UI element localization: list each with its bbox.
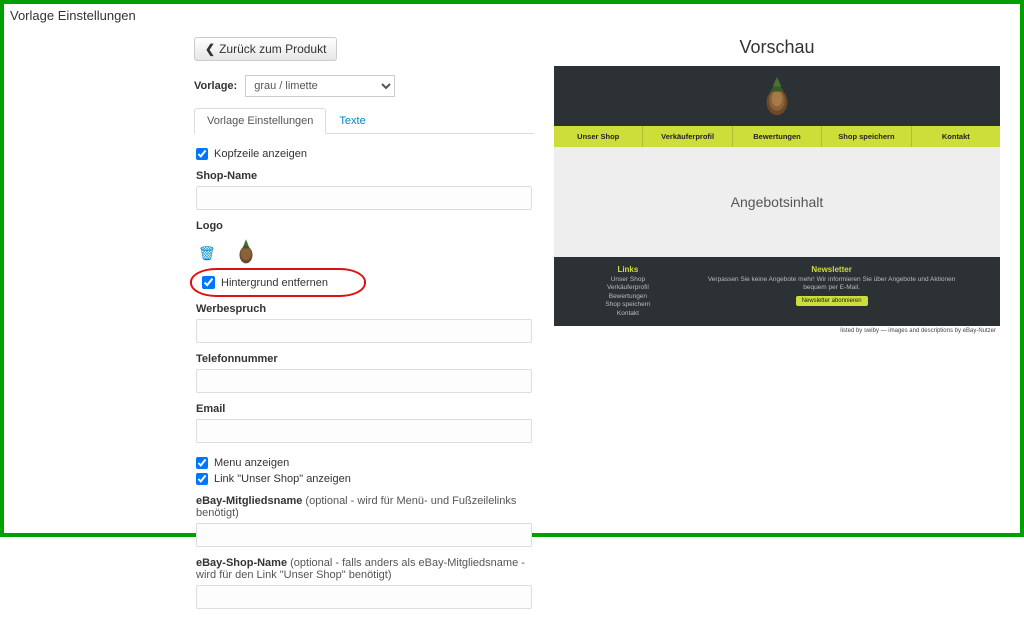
kopfzeile-checkbox[interactable]: [196, 148, 208, 160]
ebay-shop-label: eBay-Shop-Name (optional - falls anders …: [196, 557, 532, 581]
preview-nav-verkaufer: Verkäuferprofil: [643, 126, 732, 147]
tabs: Vorlage Einstellungen Texte: [194, 107, 534, 134]
telefon-input[interactable]: [196, 369, 532, 393]
preview-title: Vorschau: [554, 37, 1000, 58]
preview-nav-bewertungen: Bewertungen: [733, 126, 822, 147]
preview-footer-link-a: Unser Shop: [564, 276, 692, 284]
link-unsershop-checkbox[interactable]: [196, 473, 208, 485]
back-button-label: Zurück zum Produkt: [219, 42, 326, 56]
logo-preview-image: [232, 238, 260, 264]
chevron-left-icon: ❮: [205, 42, 215, 56]
back-to-product-button[interactable]: ❮ Zurück zum Produkt: [194, 37, 337, 61]
preview-nav-kontakt: Kontakt: [912, 126, 1000, 147]
preview-footer-link-e: Kontakt: [564, 310, 692, 318]
preview-footer-news-hd: Newsletter: [704, 265, 960, 274]
preview-header: [554, 66, 1000, 126]
delete-logo-icon[interactable]: 🗑: [196, 243, 218, 264]
tab-settings[interactable]: Vorlage Einstellungen: [194, 108, 326, 134]
preview-nav-unser-shop: Unser Shop: [554, 126, 643, 147]
link-unsershop-label: Link "Unser Shop" anzeigen: [214, 473, 351, 485]
template-select[interactable]: grau / limette: [245, 75, 395, 97]
preview-newsletter-button: Newsletter abonnieren: [796, 296, 868, 306]
settings-form: ❮ Zurück zum Produkt Vorlage: grau / lim…: [14, 27, 554, 619]
template-preview: Unser Shop Verkäuferprofil Bewertungen S…: [554, 66, 1000, 336]
preview-footer-links-hd: Links: [564, 265, 692, 274]
telefon-label: Telefonnummer: [196, 353, 532, 365]
shopname-label: Shop-Name: [196, 170, 532, 182]
menu-anzeigen-label: Menu anzeigen: [214, 457, 289, 469]
tab-texts[interactable]: Texte: [326, 108, 378, 134]
page-title: Vorlage Einstellungen: [4, 4, 1020, 27]
preview-nav: Unser Shop Verkäuferprofil Bewertungen S…: [554, 126, 1000, 147]
preview-footer: Links Unser Shop Verkäuferprofil Bewertu…: [554, 257, 1000, 326]
preview-footer-link-d: Shop speichern: [564, 301, 692, 309]
shopname-input[interactable]: [196, 186, 532, 210]
remove-background-highlight: Hintergrund entfernen: [196, 272, 364, 293]
remove-background-label: Hintergrund entfernen: [221, 277, 328, 289]
werbespruch-label: Werbespruch: [196, 303, 532, 315]
kopfzeile-label: Kopfzeile anzeigen: [214, 148, 307, 160]
preview-footer-news-txt: Verpassen Sie keine Angebote mehr! Wir i…: [704, 276, 960, 293]
preview-pane: Vorschau Unser Shop Verkäuferprofil Bewe…: [554, 27, 1010, 619]
ebay-mitglied-label: eBay-Mitgliedsname (optional - wird für …: [196, 495, 532, 519]
preview-nav-speichern: Shop speichern: [822, 126, 911, 147]
menu-anzeigen-checkbox[interactable]: [196, 457, 208, 469]
email-label: Email: [196, 403, 532, 415]
werbespruch-input[interactable]: [196, 319, 532, 343]
preview-credits: listed by swiby — images and description…: [554, 326, 1000, 336]
preview-footer-link-b: Verkäuferprofil: [564, 284, 692, 292]
preview-body: Angebotsinhalt: [554, 147, 1000, 257]
remove-background-checkbox[interactable]: [202, 276, 215, 289]
preview-footer-link-c: Bewertungen: [564, 293, 692, 301]
ebay-mitglied-input[interactable]: [196, 523, 532, 547]
email-input[interactable]: [196, 419, 532, 443]
logo-label: Logo: [196, 220, 532, 232]
preview-logo-icon: [759, 76, 795, 116]
template-label: Vorlage:: [194, 80, 237, 92]
ebay-shop-input[interactable]: [196, 585, 532, 609]
